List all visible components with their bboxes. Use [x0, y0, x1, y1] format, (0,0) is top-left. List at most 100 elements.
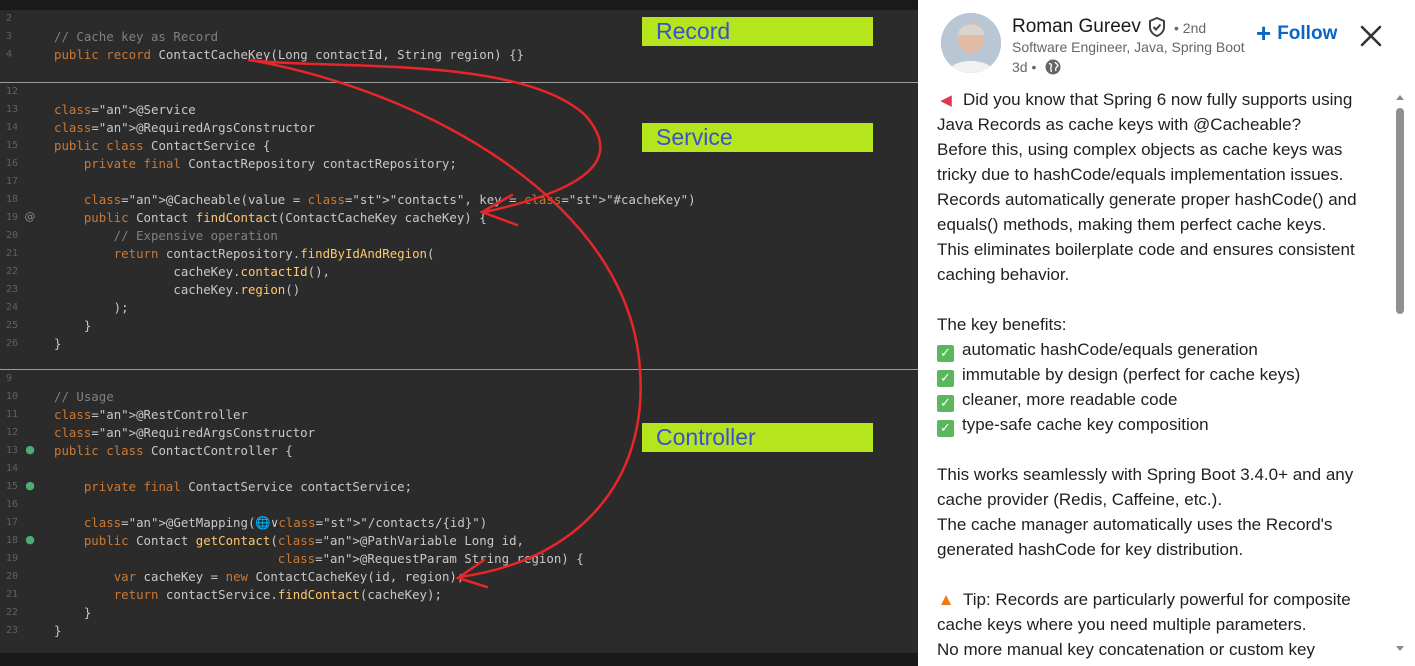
code-text: return contactService.findContact(cacheK… — [113, 587, 442, 602]
line-number: 12 — [6, 86, 19, 97]
follow-button[interactable]: + Follow — [1256, 20, 1337, 48]
post-text: No more manual key concatenation or cust… — [937, 640, 1315, 659]
spring-bean-gutter-icon[interactable]: ● — [24, 444, 36, 456]
code-line: 25 } — [0, 317, 918, 335]
code-line: 9 — [0, 370, 918, 388]
code-text: class="an">@RequestParam String region) … — [277, 551, 584, 566]
code-text: } — [54, 605, 92, 620]
check-mark-icon: ✓ — [937, 395, 954, 412]
line-number: 16 — [6, 499, 19, 510]
code-text: class="an">@Cacheable(value = class="st"… — [83, 192, 696, 207]
code-text: var cacheKey = new ContactCacheKey(id, r… — [113, 569, 465, 584]
scrollbar-thumb[interactable] — [1396, 108, 1404, 314]
image-bottom-strip — [0, 653, 918, 666]
line-number: 25 — [6, 320, 19, 331]
record-label: Record — [642, 17, 873, 46]
post-text-line: This works seamlessly with Spring Boot 3… — [937, 462, 1377, 487]
endpoint-gutter-icon[interactable]: ● — [24, 534, 36, 546]
post-text: equals() methods, making them perfect ca… — [937, 215, 1327, 234]
code-text: class="an">@GetMapping(🌐∨class="st">"/co… — [83, 515, 488, 530]
code-line: 17 — [0, 173, 918, 191]
code-text: cacheKey.contactId(), — [54, 264, 331, 279]
line-number: 13 — [6, 445, 19, 456]
code-line: 13 class="an">@Service — [0, 101, 918, 119]
code-text: private final ContactRepository contactR… — [83, 156, 457, 171]
line-number: 19 — [6, 553, 19, 564]
code-text: class="an">@RequiredArgsConstructor — [54, 425, 316, 440]
post-text: This eliminates boilerplate code and ens… — [937, 240, 1355, 259]
scroll-down-arrow-icon[interactable] — [1396, 646, 1404, 651]
post-text-line: cache keys where you need multiple param… — [937, 612, 1377, 637]
service-label: Service — [642, 123, 873, 152]
controller-label: Controller — [642, 423, 873, 452]
post-text-line: No more manual key concatenation or cust… — [937, 637, 1377, 662]
line-number: 19 — [6, 212, 19, 223]
post-text-line: Records automatically generate proper ha… — [937, 187, 1377, 212]
code-line: 16 — [0, 496, 918, 514]
scroll-up-arrow-icon[interactable] — [1396, 95, 1404, 100]
post-text: automatic hashCode/equals generation — [962, 340, 1258, 359]
code-line: 15 private final ContactService contactS… — [0, 478, 918, 496]
line-number: 3 — [6, 31, 13, 42]
post-text: cache provider (Redis, Caffeine, etc.). — [937, 490, 1223, 509]
code-text: // Usage — [54, 389, 114, 404]
post-text: generated hashCode for key distribution. — [937, 540, 1244, 559]
close-icon[interactable] — [1358, 23, 1384, 49]
post-text: Did you know that Spring 6 now fully sup… — [963, 90, 1353, 109]
code-line: 19 class="an">@RequestParam String regio… — [0, 550, 918, 568]
post-text: immutable by design (perfect for cache k… — [962, 365, 1301, 384]
author-name[interactable]: Roman Gureev — [1012, 15, 1141, 39]
line-number: 17 — [6, 176, 19, 187]
code-text: } — [54, 623, 62, 638]
line-number: 11 — [6, 409, 19, 420]
post-text-line: caching behavior. — [937, 262, 1377, 287]
image-top-strip — [0, 0, 918, 10]
line-number: 26 — [6, 338, 19, 349]
post-detail-panel: Roman Gureev • 2nd Software Engineer, Ja… — [918, 0, 1415, 666]
code-text: public Contact getContact(class="an">@Pa… — [83, 533, 525, 548]
post-text: caching behavior. — [937, 265, 1070, 284]
post-text: cache keys where you need multiple param… — [937, 615, 1307, 634]
code-text: ); — [54, 300, 129, 315]
code-text: class="an">@Service — [54, 102, 196, 117]
post-text: Before this, using complex objects as ca… — [937, 140, 1343, 159]
line-number: 20 — [6, 571, 19, 582]
follow-button-label: Follow — [1277, 23, 1338, 44]
post-text: This works seamlessly with Spring Boot 3… — [937, 465, 1354, 484]
line-number: 16 — [6, 158, 19, 169]
code-line: 18 public Contact getContact(class="an">… — [0, 532, 918, 550]
check-mark-icon: ✓ — [937, 345, 954, 362]
code-line: 20 var cacheKey = new ContactCacheKey(id… — [0, 568, 918, 586]
post-text: type-safe cache key composition — [962, 415, 1209, 434]
line-number: 24 — [6, 302, 19, 313]
post-text-line: tricky due to hashCode/equals implementa… — [937, 162, 1377, 187]
fire-icon: ▲ — [937, 590, 955, 609]
line-number: 4 — [6, 49, 13, 60]
post-text-line: The cache manager automatically uses the… — [937, 512, 1377, 537]
line-number: 21 — [6, 248, 19, 259]
service-label-text: Service — [656, 124, 733, 150]
code-line: 11 class="an">@RestController — [0, 406, 918, 424]
check-mark-icon: ✓ — [937, 420, 954, 437]
code-text: cacheKey.region() — [54, 282, 301, 297]
code-line: 12 — [0, 83, 918, 101]
code-text: class="an">@RequiredArgsConstructor — [54, 120, 316, 135]
line-number: 14 — [6, 122, 19, 133]
post-text: Java Records as cache keys with @Cacheab… — [937, 115, 1302, 134]
code-line: 14 — [0, 460, 918, 478]
code-line: 16 private final ContactRepository conta… — [0, 155, 918, 173]
code-text: // Cache key as Record — [54, 29, 219, 44]
check-mark-icon: ✓ — [937, 370, 954, 387]
line-number: 17 — [6, 517, 19, 528]
author-avatar[interactable] — [941, 13, 1001, 73]
spring-bean-gutter-icon[interactable]: ● — [24, 480, 36, 492]
post-text: cleaner, more readable code — [962, 390, 1178, 409]
line-number: 21 — [6, 589, 19, 600]
post-text: tricky due to hashCode/equals implementa… — [937, 165, 1344, 184]
line-number: 15 — [6, 140, 19, 151]
post-text-line — [937, 562, 1377, 587]
cacheable-gutter-icon[interactable]: @ — [24, 211, 36, 223]
post-text: The cache manager automatically uses the… — [937, 515, 1333, 534]
code-line: 26} — [0, 335, 918, 353]
post-text-line — [937, 287, 1377, 312]
